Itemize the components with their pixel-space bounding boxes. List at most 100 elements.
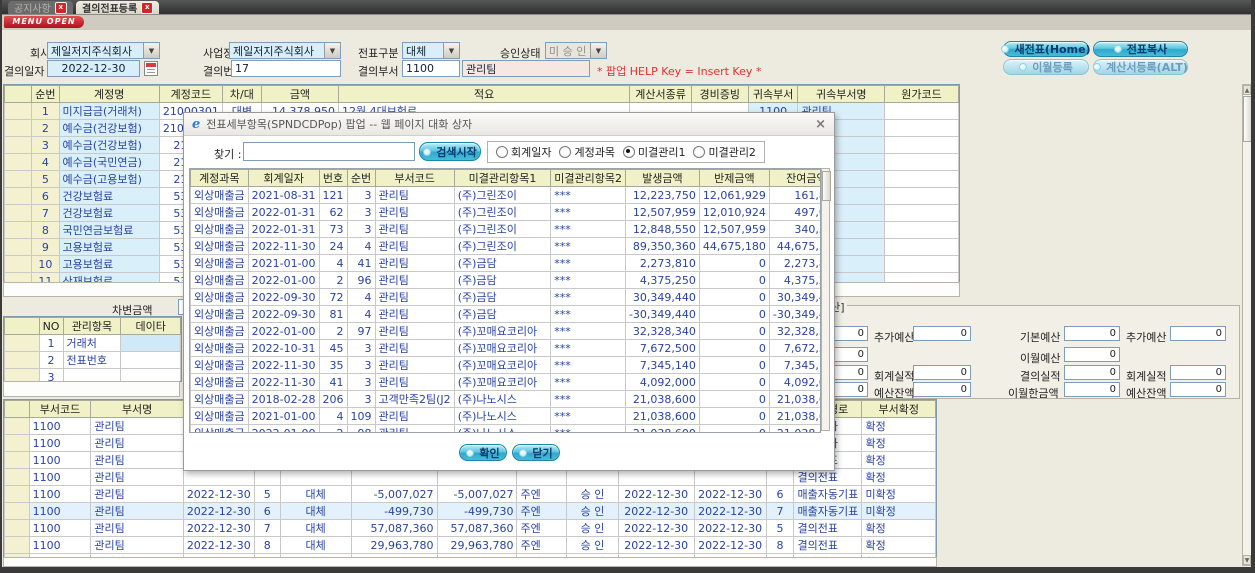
cell[interactable]: -30,349,440 bbox=[624, 305, 700, 323]
cell[interactable]: 관리팀 bbox=[374, 203, 455, 221]
cell[interactable]: 2022-09-30 bbox=[247, 305, 320, 323]
cell[interactable]: 1100 bbox=[28, 536, 92, 554]
cell[interactable]: *** bbox=[550, 254, 626, 272]
cell[interactable]: 확정 bbox=[861, 417, 936, 435]
cell[interactable]: 매출자동기표 bbox=[793, 502, 863, 520]
cell[interactable]: 관리팀 bbox=[374, 407, 455, 425]
budget-value[interactable] bbox=[1170, 365, 1226, 380]
cell[interactable]: 4,375,250 bbox=[624, 271, 700, 289]
cell[interactable]: 미지급금(거래처) bbox=[58, 102, 160, 120]
cell[interactable]: 외상매출금 bbox=[190, 390, 249, 408]
cell[interactable]: 12,507,959 bbox=[698, 220, 770, 238]
copy-voucher-button[interactable]: 전표복사 bbox=[1093, 41, 1188, 57]
cell[interactable]: 미확정 bbox=[861, 502, 936, 520]
cell[interactable]: 2022-01-00 bbox=[247, 271, 320, 289]
cell[interactable]: 57,087,360 bbox=[350, 519, 438, 537]
budget-value[interactable] bbox=[1064, 347, 1120, 362]
cell[interactable]: 예수금(국민연금) bbox=[58, 153, 160, 171]
close-icon[interactable]: × bbox=[815, 117, 826, 132]
cell[interactable] bbox=[4, 170, 33, 188]
cell[interactable]: (주)꼬매요코리아 bbox=[453, 356, 552, 374]
cell[interactable]: 340,591 bbox=[768, 220, 820, 238]
table-row[interactable]: 2 전표번호 bbox=[4, 351, 181, 369]
tab-close-icon[interactable]: x bbox=[54, 1, 67, 14]
cell[interactable]: 21,038,600 bbox=[624, 407, 700, 425]
cell[interactable] bbox=[279, 468, 352, 486]
table-row[interactable]: 외상매출금 2021-01-00 4 109 관리팀 (주)나노시스 *** 21,038,6… bbox=[190, 407, 820, 425]
cell[interactable]: 30,349,440 bbox=[768, 288, 820, 306]
cell[interactable] bbox=[617, 468, 695, 486]
cell[interactable]: 98 bbox=[346, 424, 376, 432]
cell[interactable]: 2022-12-30 bbox=[617, 485, 695, 503]
cell[interactable]: 29,963,780 bbox=[436, 536, 518, 554]
cell[interactable] bbox=[4, 255, 33, 273]
cell[interactable] bbox=[4, 434, 30, 452]
cell[interactable]: 예수금(건강보험) bbox=[58, 136, 160, 154]
cell[interactable] bbox=[884, 102, 959, 120]
cell[interactable]: 결의전표 bbox=[793, 536, 863, 554]
cell[interactable]: (주)나노시스 bbox=[453, 390, 552, 408]
cell[interactable]: 관리팀 bbox=[90, 536, 184, 554]
cell[interactable]: 외상매출금 bbox=[190, 220, 249, 238]
cell[interactable]: 외상매출금 bbox=[190, 356, 249, 374]
cell[interactable] bbox=[884, 238, 959, 256]
cell[interactable]: 121 bbox=[318, 186, 348, 204]
table-row[interactable]: 외상매출금 2022-01-31 62 3 관리팀 (주)그린조이 *** 12,507,95… bbox=[190, 203, 820, 221]
cell[interactable] bbox=[516, 468, 568, 486]
cell[interactable] bbox=[884, 255, 959, 273]
cell[interactable]: 0 bbox=[698, 407, 770, 425]
cell[interactable]: 81 bbox=[318, 305, 348, 323]
cell[interactable]: 2022-11-30 bbox=[247, 356, 320, 374]
cell[interactable]: 0 bbox=[698, 390, 770, 408]
cell[interactable]: 2022-12-30 bbox=[182, 519, 255, 537]
cell[interactable]: 21,038,600 bbox=[624, 390, 700, 408]
budget-value[interactable] bbox=[1064, 382, 1120, 397]
cell[interactable]: 2 bbox=[31, 119, 60, 137]
cell[interactable]: 7 bbox=[765, 502, 795, 520]
radio-account[interactable]: 계정과목 bbox=[559, 144, 615, 160]
cell[interactable]: 관리팀 bbox=[374, 237, 455, 255]
cell[interactable] bbox=[436, 468, 518, 486]
table-row[interactable]: 외상매출금 2021-01-00 4 41 관리팀 (주)금담 *** 2,273,810 0 2… bbox=[190, 254, 820, 272]
cell[interactable]: 확정 bbox=[861, 536, 936, 554]
bottom-grid-hscroll[interactable] bbox=[3, 557, 937, 567]
cell[interactable]: 1100 bbox=[28, 434, 92, 452]
cell[interactable]: 2022-01-31 bbox=[247, 203, 320, 221]
cell[interactable]: 1100 bbox=[28, 417, 92, 435]
cell[interactable]: (주)그린조이 bbox=[453, 203, 552, 221]
cell[interactable]: (주)금담 bbox=[453, 254, 552, 272]
cell[interactable]: 외상매출금 bbox=[190, 254, 249, 272]
cell[interactable]: 73 bbox=[318, 220, 348, 238]
cell[interactable]: 확정 bbox=[861, 468, 936, 486]
cell[interactable] bbox=[4, 238, 33, 256]
cell[interactable]: 고용보험료 bbox=[58, 255, 160, 273]
scroll-up-icon[interactable]: ▲ bbox=[1243, 85, 1251, 95]
table-row[interactable]: 1100 관리팀 2022-12-30 6 대체 -499,730 -499,730 주엔 승 … bbox=[4, 502, 936, 520]
cell[interactable]: 1 bbox=[31, 102, 60, 120]
cell[interactable]: 8 bbox=[31, 221, 60, 239]
cell[interactable]: 관리팀 bbox=[374, 271, 455, 289]
cell[interactable]: -499,730 bbox=[436, 502, 518, 520]
voucher-no-input[interactable] bbox=[231, 60, 341, 77]
cell[interactable]: 2022-12-30 bbox=[617, 536, 695, 554]
cell[interactable]: (주)그린조이 bbox=[453, 186, 552, 204]
cell[interactable]: 외상매출금 bbox=[190, 237, 249, 255]
table-row[interactable]: 외상매출금 2022-10-31 45 3 관리팀 (주)꼬매요코리아 *** 7,672,5… bbox=[190, 339, 820, 357]
cell[interactable]: 3 bbox=[31, 136, 60, 154]
cell[interactable]: 외상매출금 bbox=[190, 288, 249, 306]
cell[interactable] bbox=[4, 351, 40, 369]
cell[interactable]: 관리팀 bbox=[90, 434, 184, 452]
cell[interactable]: *** bbox=[550, 288, 626, 306]
cell[interactable]: (주)꼬매요코리아 bbox=[453, 373, 552, 391]
cell[interactable]: 3 bbox=[346, 203, 376, 221]
cell[interactable]: 관리팀 bbox=[374, 288, 455, 306]
cell[interactable] bbox=[120, 334, 181, 352]
cell[interactable]: 2022-12-30 bbox=[617, 519, 695, 537]
table-row[interactable]: 외상매출금 2022-11-30 24 4 관리팀 (주)그린조이 *** 89,350,36… bbox=[190, 237, 820, 255]
cell[interactable] bbox=[884, 221, 959, 239]
ok-button[interactable]: 확인 bbox=[459, 444, 507, 461]
cell[interactable]: (주)금담 bbox=[453, 305, 552, 323]
cell[interactable]: 외상매출금 bbox=[190, 305, 249, 323]
cell[interactable]: 4 bbox=[346, 305, 376, 323]
cell[interactable]: 44,675,180 bbox=[698, 237, 770, 255]
